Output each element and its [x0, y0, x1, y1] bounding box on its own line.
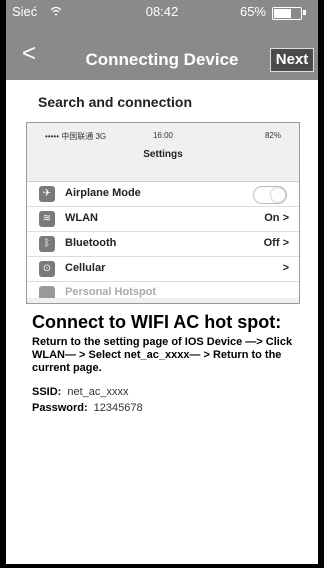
- phone-battery: 82%: [264, 131, 281, 140]
- settings-row-value: >: [282, 262, 289, 274]
- settings-row-value: Off >: [263, 237, 289, 249]
- wifi-icon: ≋: [39, 211, 55, 227]
- password-value: 12345678: [93, 402, 143, 414]
- hotspot-icon: [39, 286, 55, 298]
- settings-row-label: Bluetooth: [65, 237, 117, 249]
- app-frame: Sieć 08:42 65% < Connecting Device Next …: [0, 0, 324, 568]
- settings-list: ✈ Airplane Mode ≋ WLAN On > ᛒ Bluetooth …: [27, 181, 299, 298]
- ssid-value: net_ac_xxxx: [67, 386, 129, 398]
- cellular-icon: ⊙: [39, 261, 55, 277]
- section-heading: Search and connection: [38, 94, 193, 110]
- password-line: Password: 12345678: [32, 402, 143, 414]
- status-bar: Sieć 08:42 65%: [6, 0, 318, 24]
- settings-row-label: WLAN: [65, 212, 98, 224]
- next-button[interactable]: Next: [270, 48, 314, 72]
- ssid-label: SSID:: [32, 386, 62, 398]
- airplane-toggle: [253, 186, 287, 204]
- settings-row-cellular: ⊙ Cellular >: [27, 257, 299, 282]
- settings-row-value: On >: [264, 212, 289, 224]
- nav-bar: < Connecting Device Next: [6, 36, 318, 76]
- phone-settings-title: Settings: [143, 149, 183, 160]
- connect-heading: Connect to WIFI AC hot spot:: [32, 312, 282, 332]
- settings-row-label: Airplane Mode: [65, 187, 141, 199]
- settings-row-hotspot: Personal Hotspot: [27, 282, 299, 298]
- phone-status-bar: ••••• 中国联通 3G 16:00 82%: [27, 131, 299, 145]
- ios-settings-screenshot: ••••• 中国联通 3G 16:00 82% Settings ✈ Airpl…: [26, 122, 300, 304]
- bluetooth-icon: ᛒ: [39, 236, 55, 252]
- settings-row-bluetooth: ᛒ Bluetooth Off >: [27, 232, 299, 257]
- settings-row-label: Cellular: [65, 262, 106, 274]
- settings-row-airplane: ✈ Airplane Mode: [27, 182, 299, 207]
- settings-row-label: Personal Hotspot: [65, 286, 157, 298]
- airplane-icon: ✈: [39, 186, 55, 202]
- battery-percent: 65%: [239, 4, 266, 19]
- instructions-text: Return to the setting page of IOS Device…: [32, 336, 293, 374]
- battery-icon: [272, 7, 302, 20]
- password-label: Password:: [32, 402, 88, 414]
- battery-tip: [303, 10, 306, 15]
- ssid-line: SSID: net_ac_xxxx: [32, 386, 129, 398]
- settings-row-wlan: ≋ WLAN On >: [27, 207, 299, 232]
- header: Sieć 08:42 65% < Connecting Device Next: [6, 0, 318, 80]
- phone-time: 16:00: [152, 131, 174, 140]
